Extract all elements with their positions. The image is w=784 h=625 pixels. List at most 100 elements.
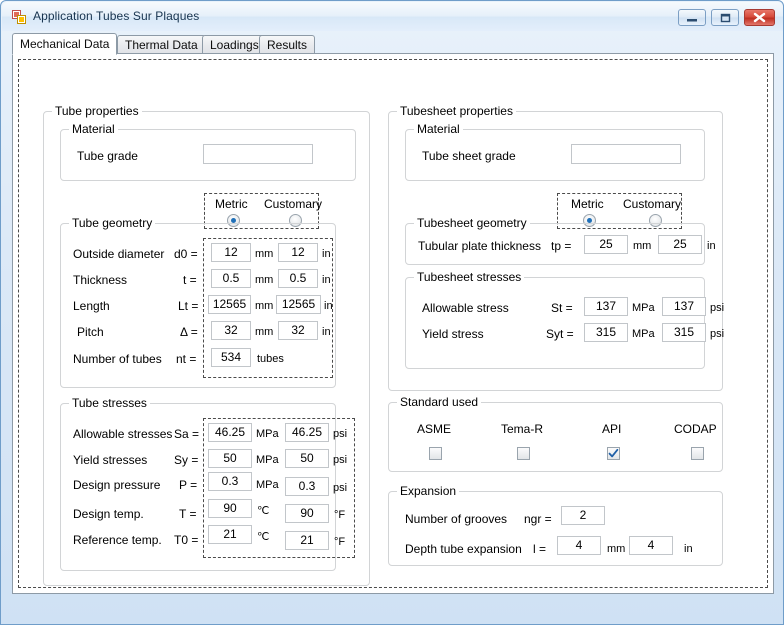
title-bar: Application Tubes Sur Plaques: [2, 2, 783, 31]
design-temp-metric-unit: ℃: [257, 505, 270, 517]
standard-api-checkbox[interactable]: [607, 447, 620, 460]
tube-sheet-grade-input[interactable]: [571, 144, 681, 164]
reference-temp-symbol: T0 =: [174, 533, 199, 547]
depth-tube-expansion-label: Depth tube expansion: [405, 542, 522, 556]
thickness-customary-unit: in: [322, 274, 331, 286]
depth-tube-expansion-metric-input[interactable]: 4: [557, 536, 601, 555]
design-temp-metric-input[interactable]: 90: [208, 499, 252, 518]
maximize-button[interactable]: [711, 9, 739, 26]
metric-label: Metric: [215, 197, 248, 211]
tab-label: Mechanical Data: [20, 37, 110, 51]
yield-stresses-label: Yield stresses: [73, 453, 148, 467]
length-label: Length: [73, 299, 110, 313]
customary-label: Customary: [264, 197, 323, 211]
yield-stresses-metric-unit: MPa: [256, 454, 279, 466]
group-tube-properties: Tube properties Material Tube grade Metr…: [43, 104, 370, 586]
tubesheet-allowable-stress-customary-unit: psi: [710, 302, 725, 314]
thickness-customary-input[interactable]: 0.5: [278, 269, 318, 288]
length-metric-input[interactable]: 12565: [208, 295, 251, 314]
tab-label: Thermal Data: [125, 38, 198, 52]
tube-grade-label: Tube grade: [77, 149, 138, 163]
tube-grade-input[interactable]: [203, 144, 313, 164]
yield-stresses-metric-input[interactable]: 50: [208, 449, 252, 468]
reference-temp-customary-unit: °F: [334, 536, 346, 548]
group-title: Material: [414, 122, 463, 136]
standard-tema-r-checkbox[interactable]: [517, 447, 530, 460]
standard-asme-checkbox[interactable]: [429, 447, 442, 460]
standard-codap-checkbox[interactable]: [691, 447, 704, 460]
allowable-stresses-metric-input[interactable]: 46.25: [208, 423, 252, 442]
group-tube-geometry: Tube geometry Outside diameter d0 = 12 m…: [60, 216, 336, 388]
tubesheet-yield-stress-metric-input[interactable]: 315: [584, 323, 628, 342]
standard-api-label: API: [602, 422, 622, 436]
group-expansion: Expansion Number of grooves ngr = 2 Dept…: [388, 484, 723, 566]
yield-stresses-customary-unit: psi: [333, 454, 348, 466]
tab-mechanical-data[interactable]: Mechanical Data: [12, 33, 118, 55]
thickness-metric-unit: mm: [255, 274, 274, 286]
outside-diameter-symbol: d0 =: [174, 247, 198, 261]
yield-stresses-symbol: Sy =: [174, 453, 199, 467]
design-temp-symbol: T =: [179, 507, 197, 521]
thickness-symbol: t =: [183, 273, 197, 287]
design-pressure-metric-unit: MPa: [256, 479, 279, 491]
number-of-grooves-input[interactable]: 2: [561, 506, 605, 525]
outside-diameter-metric-input[interactable]: 12: [211, 243, 251, 262]
allowable-stresses-metric-unit: MPa: [256, 428, 279, 440]
reference-temp-metric-input[interactable]: 21: [208, 525, 252, 544]
design-pressure-symbol: P =: [179, 478, 198, 492]
group-tubesheet-material: Material Tube sheet grade: [405, 122, 705, 181]
allowable-stresses-customary-input[interactable]: 46.25: [285, 423, 329, 442]
tubesheet-allowable-stress-metric-input[interactable]: 137: [584, 297, 628, 316]
pitch-metric-input[interactable]: 32: [211, 321, 251, 340]
reference-temp-customary-input[interactable]: 21: [285, 531, 329, 550]
tubular-plate-thickness-metric-input[interactable]: 25: [584, 235, 628, 254]
tab-loadings[interactable]: Loadings: [202, 35, 267, 54]
form-designer-icon: [12, 10, 26, 24]
tubular-plate-thickness-customary-input[interactable]: 25: [658, 235, 702, 254]
length-customary-input[interactable]: 12565: [276, 295, 321, 314]
tubesheet-allowable-stress-metric-unit: MPa: [632, 302, 655, 314]
tab-label: Results: [267, 38, 308, 52]
number-of-tubes-label: Number of tubes: [73, 352, 162, 366]
yield-stresses-customary-input[interactable]: 50: [285, 449, 329, 468]
tab-results[interactable]: Results: [259, 35, 316, 54]
tubesheet-allowable-stress-label: Allowable stress: [422, 301, 509, 315]
thickness-label: Thickness: [73, 273, 128, 287]
design-pressure-customary-unit: psi: [333, 482, 348, 494]
group-title: Tube geometry: [69, 216, 156, 230]
design-pressure-metric-input[interactable]: 0.3: [208, 472, 252, 491]
tubesheet-yield-stress-customary-input[interactable]: 315: [662, 323, 706, 342]
number-of-tubes-unit: tubes: [257, 353, 284, 365]
customary-label: Customary: [623, 197, 682, 211]
reference-temp-metric-unit: ℃: [257, 531, 270, 543]
tubesheet-allowable-stress-customary-input[interactable]: 137: [662, 297, 706, 316]
group-title: Tubesheet properties: [397, 104, 516, 118]
tubular-plate-thickness-customary-unit: in: [707, 240, 716, 252]
design-temp-customary-input[interactable]: 90: [285, 504, 329, 523]
depth-tube-expansion-customary-input[interactable]: 4: [629, 536, 673, 555]
number-of-tubes-symbol: nt =: [176, 352, 197, 366]
outside-diameter-customary-input[interactable]: 12: [278, 243, 318, 262]
tab-strip: Mechanical Data Thermal Data Loadings Re…: [12, 33, 774, 55]
close-button[interactable]: [744, 9, 775, 26]
tubular-plate-thickness-symbol: tp =: [551, 239, 572, 253]
tab-thermal-data[interactable]: Thermal Data: [117, 35, 206, 54]
allowable-stresses-label: Allowable stresses: [73, 427, 173, 441]
outside-diameter-label: Outside diameter: [73, 247, 165, 261]
pitch-customary-input[interactable]: 32: [278, 321, 318, 340]
tubesheet-yield-stress-symbol: Syt =: [546, 327, 574, 341]
thickness-metric-input[interactable]: 0.5: [211, 269, 251, 288]
group-title: Tubesheet stresses: [414, 270, 525, 284]
group-standard-used: Standard used ASME Tema-R API CODAP: [388, 395, 723, 472]
group-title: Tubesheet geometry: [414, 216, 530, 230]
depth-tube-expansion-customary-unit: in: [684, 543, 693, 555]
tab-label: Loadings: [210, 38, 259, 52]
design-temp-label: Design temp.: [73, 507, 144, 521]
design-pressure-label: Design pressure: [73, 478, 161, 492]
number-of-tubes-input[interactable]: 534: [211, 348, 251, 367]
length-metric-unit: mm: [255, 300, 274, 312]
number-of-grooves-label: Number of grooves: [405, 512, 508, 526]
minimize-button[interactable]: [678, 9, 706, 26]
tube-sheet-grade-label: Tube sheet grade: [422, 149, 516, 163]
design-pressure-customary-input[interactable]: 0.3: [285, 477, 329, 496]
